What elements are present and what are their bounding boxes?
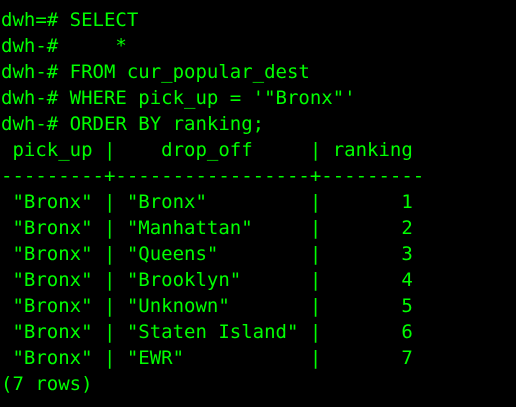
result-row: "Bronx" | "Unknown" | 5 bbox=[1, 295, 413, 317]
result-row: "Bronx" | "Brooklyn" | 4 bbox=[1, 269, 413, 291]
prompt-line-select: dwh=# SELECT bbox=[1, 9, 139, 31]
prompt-line-from: dwh-# FROM cur_popular_dest bbox=[1, 61, 310, 83]
result-row: "Bronx" | "Queens" | 3 bbox=[1, 243, 413, 265]
prompt-line-columns: dwh-# * bbox=[1, 35, 127, 57]
prompt-line-order-by: dwh-# ORDER BY ranking; bbox=[1, 113, 265, 135]
result-header-row: pick_up | drop_off | ranking bbox=[1, 139, 413, 161]
row-count-footer: (7 rows) bbox=[1, 373, 93, 395]
result-row: "Bronx" | "EWR" | 7 bbox=[1, 347, 413, 369]
result-row: "Bronx" | "Manhattan" | 2 bbox=[1, 217, 413, 239]
result-separator: ---------+-----------------+--------- bbox=[1, 165, 425, 187]
result-row: "Bronx" | "Bronx" | 1 bbox=[1, 191, 413, 213]
result-row: "Bronx" | "Staten Island" | 6 bbox=[1, 321, 413, 343]
prompt-line-where: dwh-# WHERE pick_up = '"Bronx"' bbox=[1, 87, 356, 109]
terminal-window[interactable]: dwh=# SELECT dwh-# * dwh-# FROM cur_popu… bbox=[0, 0, 516, 407]
